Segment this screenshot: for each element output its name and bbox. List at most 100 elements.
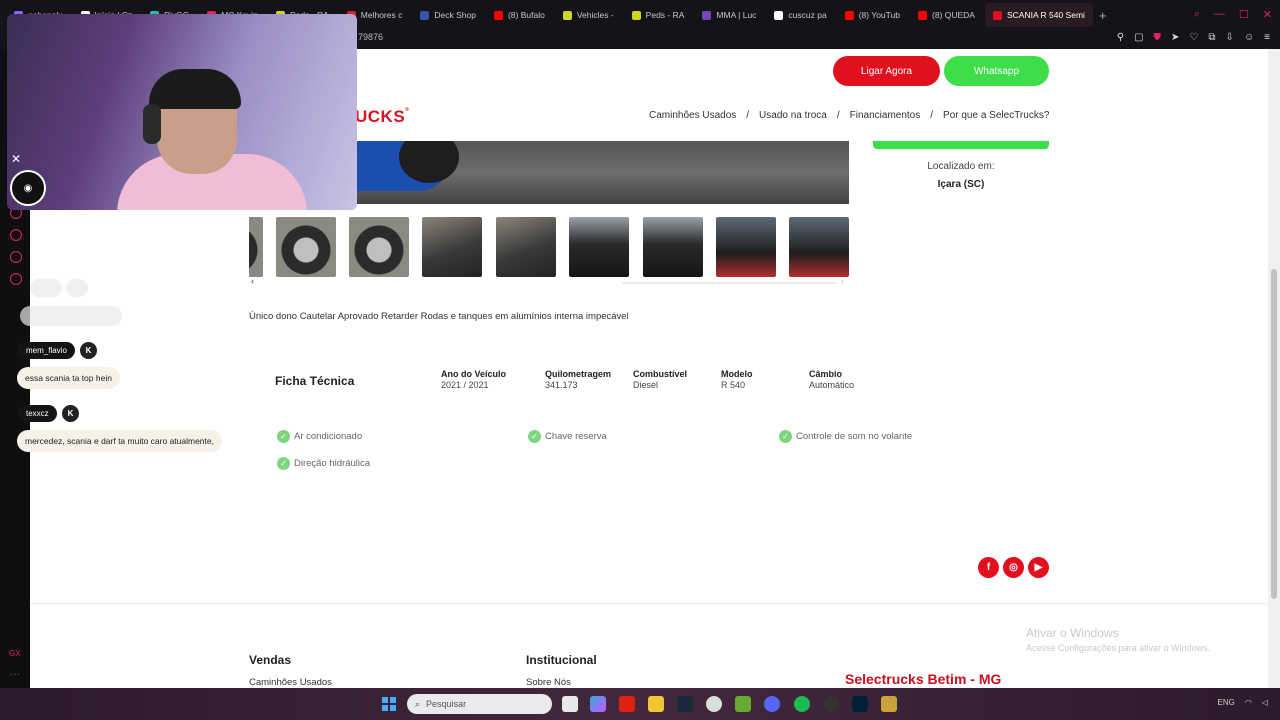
file-explorer-icon[interactable] <box>648 696 664 712</box>
headset-icon <box>143 104 161 144</box>
youtube-icon[interactable]: ▶ <box>1028 557 1049 578</box>
nav-item-por-que[interactable]: Por que a SelecTrucks? <box>943 110 1049 121</box>
chat-badge-icon: K <box>61 404 80 423</box>
windows-activation-subtitle: Acesse Configurações para ativar o Windo… <box>1026 643 1211 653</box>
url-text[interactable]: 79876 <box>358 32 383 42</box>
tray-lang[interactable]: ENG <box>1218 698 1235 707</box>
close-icon[interactable]: ✕ <box>11 152 21 166</box>
tab-label: Deck Shop <box>434 10 476 20</box>
menu-icon[interactable]: ≡ <box>1264 32 1270 43</box>
app-icon[interactable] <box>735 696 751 712</box>
nav-item-caminhoes-usados[interactable]: Caminhões Usados <box>649 110 736 121</box>
footer-link-caminhoes-usados[interactable]: Caminhões Usados <box>249 677 332 688</box>
thumbnail-image[interactable] <box>249 217 263 277</box>
browser-tab[interactable]: (8) QUEDA <box>910 3 983 27</box>
scrollbar-thumb[interactable] <box>1271 269 1277 599</box>
main-nav: Caminhões Usados / Usado na troca / Fina… <box>649 110 1049 121</box>
call-now-button[interactable]: Ligar Agora <box>833 56 940 86</box>
tab-favicon-icon <box>992 10 1002 20</box>
spotify-icon[interactable] <box>794 696 810 712</box>
browser-tab[interactable]: Deck Shop <box>412 3 484 27</box>
new-tab-button[interactable]: + <box>1099 8 1107 23</box>
location-label: Localizado em: <box>927 161 995 172</box>
discord-icon[interactable] <box>764 696 780 712</box>
browser-tab[interactable]: Vehicles - <box>555 3 622 27</box>
more-icon[interactable]: ··· <box>10 669 20 680</box>
search-icon: ⌕ <box>415 698 421 709</box>
obs-icon[interactable] <box>823 696 839 712</box>
extensions-icon[interactable]: ⧉ <box>1208 32 1215 43</box>
windows-start-icon[interactable] <box>382 697 396 711</box>
spec-key: Modelo <box>721 369 753 379</box>
thumbnail-image[interactable] <box>349 217 409 277</box>
photoshop-icon[interactable] <box>852 696 868 712</box>
heart-icon[interactable]: ♡ <box>1189 32 1198 43</box>
facebook-icon[interactable]: f <box>978 557 999 578</box>
taskview-icon[interactable] <box>562 696 578 712</box>
thumbnail-scrollbar[interactable] <box>622 282 836 284</box>
browser-tab[interactable]: cuscuz pa <box>766 3 834 27</box>
maximize-icon[interactable]: ☐ <box>1239 8 1249 21</box>
app-icon[interactable] <box>706 696 722 712</box>
contact-button-edge[interactable] <box>873 141 1049 149</box>
history-icon[interactable] <box>10 229 22 241</box>
thumbnail-image[interactable] <box>276 217 336 277</box>
taskbar-search[interactable]: ⌕ Pesquisar <box>407 694 552 714</box>
wifi-icon[interactable]: ◠ <box>1245 698 1252 707</box>
spec-key: Quilometragem <box>545 369 612 379</box>
copilot-icon[interactable] <box>590 696 606 712</box>
tab-label: cuscuz pa <box>788 10 827 20</box>
browser-tab[interactable]: MMA | Luc <box>694 3 764 27</box>
thumbnail-image[interactable] <box>496 217 556 277</box>
spec-key: Combustível <box>633 369 688 379</box>
screenshot-icon[interactable]: ▢ <box>1134 32 1143 43</box>
browser-tab[interactable]: (8) Bufalo <box>486 3 553 27</box>
minimize-icon[interactable]: — <box>1214 8 1225 21</box>
shield-icon[interactable]: ⛊ <box>1154 32 1162 43</box>
thumbnail-image[interactable] <box>643 217 703 277</box>
footer-divider <box>30 603 1268 604</box>
location-value: Içara (SC) <box>937 179 985 190</box>
check-icon: ✓ <box>528 430 541 443</box>
whatsapp-button[interactable]: Whatsapp <box>944 56 1049 86</box>
gallery-next-button[interactable]: › <box>841 276 844 286</box>
tab-favicon-icon <box>493 10 503 20</box>
gallery-prev-button[interactable]: ‹ <box>251 276 254 286</box>
extensions-sidebar-icon[interactable] <box>10 251 22 263</box>
spec-key: Câmbio <box>809 369 843 379</box>
app-icon[interactable] <box>881 696 897 712</box>
spec-value: R 540 <box>721 380 746 390</box>
thumbnail-image[interactable] <box>569 217 629 277</box>
taskbar-search-label: Pesquisar <box>426 699 467 709</box>
nav-item-financiamentos[interactable]: Financiamentos <box>850 110 921 121</box>
webcam-overlay <box>7 14 357 210</box>
tab-active[interactable]: SCANIA R 540 Semi <box>984 3 1093 27</box>
settings-icon[interactable] <box>10 273 22 285</box>
nav-item-usado-na-troca[interactable]: Usado na troca <box>759 110 827 121</box>
site-logo[interactable]: UCKS® <box>355 107 409 127</box>
gx-icon[interactable]: GX <box>9 649 21 658</box>
browser-tab[interactable]: (8) YouTub <box>837 3 908 27</box>
close-window-icon[interactable]: ✕ <box>1263 8 1272 21</box>
profile-icon[interactable]: ☺ <box>1244 32 1254 43</box>
thumbnail-image[interactable] <box>422 217 482 277</box>
steam-icon[interactable] <box>677 696 693 712</box>
feature-label: Direção hidráulica <box>294 458 371 469</box>
feature-item: ✓ Direção hidráulica <box>277 457 370 470</box>
instagram-icon[interactable]: ◎ <box>1003 557 1024 578</box>
opera-gx-icon[interactable] <box>619 696 635 712</box>
spec-modelo: Modelo R 540 <box>721 369 753 391</box>
volume-icon[interactable]: ◁ <box>1262 698 1268 707</box>
send-icon[interactable]: ➤ <box>1171 32 1179 43</box>
footer-link-sobre-nos[interactable]: Sobre Nós <box>526 677 571 688</box>
thumbnail-image[interactable] <box>789 217 849 277</box>
search-tabs-icon[interactable]: ⌕ <box>1194 8 1200 21</box>
chat-message: essa scania ta top hein <box>17 367 120 389</box>
window-controls: ⌕ — ☐ ✕ <box>1194 8 1272 21</box>
ficha-tecnica-title: Ficha Técnica <box>275 374 355 388</box>
thumbnail-image[interactable] <box>716 217 776 277</box>
page-scrollbar[interactable] <box>1268 49 1280 688</box>
pin-icon[interactable]: ⚲ <box>1117 32 1124 43</box>
browser-tab[interactable]: Peds - RA <box>624 3 693 27</box>
download-icon[interactable]: ⇩ <box>1226 32 1234 43</box>
